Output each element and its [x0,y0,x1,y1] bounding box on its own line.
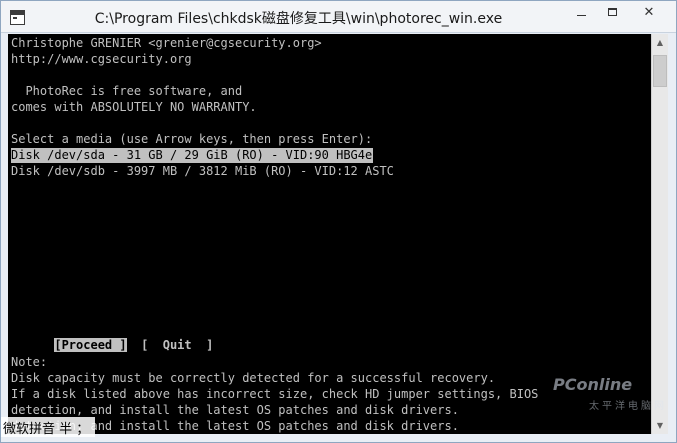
license-line-2: comes with ABSOLUTELY NO WARRANTY. [11,100,257,114]
photorec-window: C:\Program Files\chkdsk磁盘修复工具\win\photor… [0,0,677,443]
proceed-button[interactable]: [Proceed ] [54,338,127,352]
scroll-up-icon[interactable]: ▲ [652,34,668,51]
note-line: Disk capacity must be correctly detected… [11,371,496,385]
title-bar[interactable]: C:\Program Files\chkdsk磁盘修复工具\win\photor… [1,1,676,33]
close-button[interactable]: ✕ [626,1,672,23]
select-media-prompt: Select a media (use Arrow keys, then pre… [11,132,373,146]
website-line: http://www.cgsecurity.org [11,52,192,66]
minimize-icon [576,14,586,16]
maximize-icon [607,8,617,16]
scrollbar-thumb[interactable] [653,55,667,87]
ime-status-bar[interactable]: 微软拼音 半 ； [1,417,96,437]
maximize-button[interactable] [597,1,627,23]
watermark-subtitle: 太平洋电脑网 [589,401,667,412]
console-app-icon[interactable] [10,10,25,25]
note-line: If a disk listed above has incorrect siz… [11,387,539,401]
author-line: Christophe GRENIER <grenier@cgsecurity.o… [11,36,322,50]
window-title: C:\Program Files\chkdsk磁盘修复工具\win\photor… [94,11,503,27]
note-line: detection, and install the latest OS pat… [11,403,459,417]
watermark: PConline 太平洋电脑网 [549,369,664,419]
watermark-logo: PConline [553,375,633,394]
scroll-down-icon[interactable]: ▼ [652,417,668,434]
disk-option-selected[interactable]: Disk /dev/sda - 31 GB / 29 GiB (RO) - VI… [11,148,374,163]
disk-option[interactable]: Disk /dev/sdb - 3997 MB / 3812 MiB (RO) … [11,164,394,179]
menu-bar: [Proceed ] [ Quit ] [11,323,213,352]
minimize-button[interactable] [566,1,596,23]
quit-button[interactable]: [ Quit ] [141,338,213,352]
note-heading: Note: [11,355,48,369]
license-line-1: PhotoRec is free software, and [11,84,243,98]
close-icon: ✕ [643,4,655,20]
